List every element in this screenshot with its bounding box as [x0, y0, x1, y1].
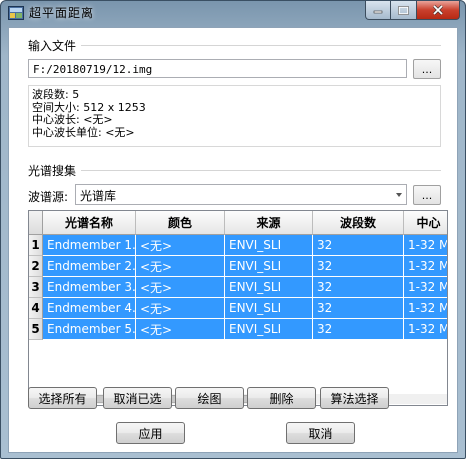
table-cell-center[interactable]: 1-32 M	[404, 277, 447, 298]
row-header[interactable]: 5	[29, 319, 43, 340]
table-cell-name[interactable]: Endmember 1...	[43, 235, 136, 256]
table-cell-center[interactable]: 1-32 M	[404, 298, 447, 319]
row-header[interactable]: 4	[29, 298, 43, 319]
table-cell-source[interactable]: ENVI_SLI	[225, 319, 313, 340]
minimize-button[interactable]	[365, 1, 391, 20]
table-cell-name[interactable]: Endmember 2...	[43, 256, 136, 277]
table-cell-color[interactable]: <无>	[136, 277, 225, 298]
table-cell-bands[interactable]: 32	[313, 319, 404, 340]
row-header[interactable]: 1	[29, 235, 43, 256]
column-header-source[interactable]: 来源	[225, 211, 313, 235]
table-cell-name[interactable]: Endmember 4...	[43, 298, 136, 319]
table-cell-color[interactable]: <无>	[136, 256, 225, 277]
cancel-button[interactable]: 取消	[286, 422, 355, 444]
table-cell-name[interactable]: Endmember 5...	[43, 319, 136, 340]
select-all-button[interactable]: 选择所有	[28, 387, 97, 409]
source-label: 波谱源:	[28, 190, 69, 204]
app-icon	[8, 6, 24, 20]
input-group-title: 输入文件	[28, 39, 77, 53]
table-cell-color[interactable]: <无>	[136, 298, 225, 319]
spectral-group-divider	[81, 170, 441, 171]
table-cell-color[interactable]: <无>	[136, 319, 225, 340]
table-cell-center[interactable]: 1-32 M	[404, 319, 447, 340]
table-cell-name[interactable]: Endmember 3...	[43, 277, 136, 298]
title-bar[interactable]: 超平面距离	[1, 1, 465, 25]
file-path-field[interactable]: F:/20180719/12.img	[28, 59, 407, 78]
info-center-wavelength: 中心波长: <无>	[32, 113, 113, 126]
caption-buttons	[365, 1, 460, 20]
spectral-group-title: 光谱搜集	[28, 164, 77, 178]
info-wavelength-units: 中心波长单位: <无>	[32, 125, 135, 139]
maximize-button[interactable]	[391, 1, 417, 20]
maximize-icon	[398, 5, 409, 15]
column-header-name[interactable]: 光谱名称	[43, 211, 136, 235]
spectra-table[interactable]: 光谱名称 颜色 来源 波段数 中心 1 Endmember 1... <无> E…	[28, 210, 448, 406]
input-group-divider	[81, 45, 441, 46]
browse-file-button[interactable]: ...	[413, 59, 441, 79]
algorithm-select-button[interactable]: 算法选择	[320, 387, 389, 409]
file-info-box: 波段数: 5 空间大小: 512 x 1253 中心波长: <无> 中心波长单位…	[28, 85, 441, 147]
table-cell-color[interactable]: <无>	[136, 235, 225, 256]
chevron-down-icon[interactable]	[396, 193, 402, 197]
window-title: 超平面距离	[29, 6, 95, 20]
table-cell-center[interactable]: 1-32 M	[404, 235, 447, 256]
column-header-bands[interactable]: 波段数	[313, 211, 404, 235]
info-bands: 波段数: 5	[32, 88, 80, 101]
close-icon	[432, 5, 444, 15]
minimize-icon	[373, 10, 383, 14]
row-header[interactable]: 3	[29, 277, 43, 298]
table-cell-center[interactable]: 1-32 M	[404, 256, 447, 277]
table-cell-source[interactable]: ENVI_SLI	[225, 277, 313, 298]
dialog-body: 输入文件 F:/20180719/12.img ... 波段数: 5 空间大小:…	[8, 27, 458, 453]
row-header[interactable]: 2	[29, 256, 43, 277]
table-cell-bands[interactable]: 32	[313, 277, 404, 298]
table-cell-source[interactable]: ENVI_SLI	[225, 256, 313, 277]
table-cell-bands[interactable]: 32	[313, 235, 404, 256]
browse-source-button[interactable]: ...	[413, 185, 441, 205]
table-cell-bands[interactable]: 32	[313, 298, 404, 319]
table-cell-bands[interactable]: 32	[313, 256, 404, 277]
source-select-value: 光谱库	[80, 189, 117, 203]
table-cell-source[interactable]: ENVI_SLI	[225, 298, 313, 319]
source-select[interactable]: 光谱库	[75, 184, 407, 205]
plot-button[interactable]: 绘图	[175, 387, 244, 409]
close-button[interactable]	[417, 1, 460, 20]
table-cell-source[interactable]: ENVI_SLI	[225, 235, 313, 256]
column-header-center[interactable]: 中心	[404, 211, 447, 235]
deselect-button[interactable]: 取消已选	[103, 387, 172, 409]
table-corner[interactable]	[29, 211, 43, 235]
delete-button[interactable]: 删除	[247, 387, 316, 409]
apply-button[interactable]: 应用	[116, 422, 185, 444]
dialog-window: 超平面距离 输入文件 F:/20180719/12.img ... 波段数: 5…	[0, 0, 466, 459]
column-header-color[interactable]: 颜色	[136, 211, 225, 235]
